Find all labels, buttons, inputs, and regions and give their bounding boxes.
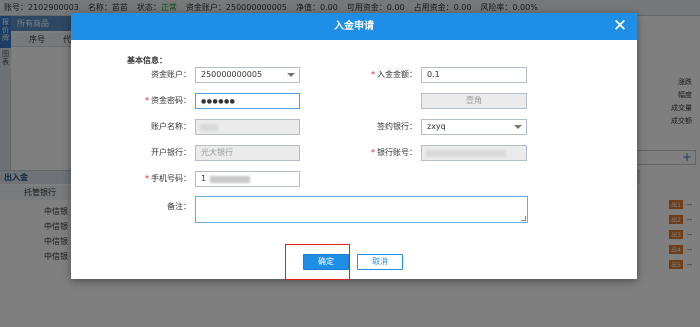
cancel-button[interactable]: 取消 — [357, 254, 403, 270]
fund-password-label: * 资金密码： — [121, 93, 191, 109]
remark-textarea[interactable] — [195, 196, 528, 223]
bank-account-field — [421, 145, 527, 161]
account-name-label: 账户名称： — [121, 119, 191, 135]
fund-password-label-text: 资金密码： — [151, 96, 191, 105]
close-icon[interactable]: ✕ — [611, 17, 629, 35]
redacted-value — [426, 150, 506, 157]
chevron-down-icon — [514, 125, 522, 129]
account-name-label-text: 账户名称： — [151, 122, 191, 131]
deposit-amount-input[interactable]: 0.1 — [421, 67, 527, 83]
signing-bank-label: 签约银行： — [347, 119, 417, 135]
redacted-value — [210, 176, 250, 183]
phone-label-text: 手机号码： — [151, 174, 191, 183]
deposit-amount-label: * 入金金额： — [347, 67, 417, 83]
confirm-button[interactable]: 确定 — [303, 254, 349, 270]
required-mark: * — [371, 148, 375, 157]
bank-account-label-text: 银行账号： — [377, 148, 417, 157]
required-mark: * — [145, 174, 149, 183]
deposit-amount-value: 0.1 — [427, 70, 440, 79]
remark-label: 备注： — [121, 199, 191, 215]
deposit-request-dialog: 入金申请 ✕ 基本信息： 资金账户： 250000000005 * 入金金额： 0… — [71, 13, 637, 280]
opening-bank-label-text: 开户银行： — [151, 148, 191, 157]
opening-bank-value: 光大银行 — [201, 148, 233, 157]
phone-input[interactable]: 1 — [195, 171, 300, 187]
phone-label: * 手机号码： — [121, 171, 191, 187]
resize-handle-icon[interactable] — [521, 216, 526, 221]
fund-account-value: 250000000005 — [201, 70, 263, 79]
dialog-header: 入金申请 ✕ — [71, 13, 637, 40]
fund-account-label: 资金账户： — [121, 67, 191, 83]
amount-uppercase-field: 壹角 — [421, 93, 527, 109]
opening-bank-field: 光大银行 — [195, 145, 300, 161]
account-name-field — [195, 119, 300, 135]
fund-password-input[interactable]: ●●●●●● — [195, 93, 300, 109]
required-mark: * — [371, 70, 375, 79]
opening-bank-label: 开户银行： — [121, 145, 191, 161]
remark-label-text: 备注： — [167, 202, 191, 211]
bank-account-label: * 银行账号： — [347, 145, 417, 161]
signing-bank-select[interactable]: zxyq — [421, 119, 527, 135]
fund-account-select[interactable]: 250000000005 — [195, 67, 300, 83]
phone-value: 1 — [201, 174, 207, 183]
dialog-title: 入金申请 — [334, 21, 374, 32]
signing-bank-label-text: 签约银行： — [377, 122, 417, 131]
chevron-down-icon — [287, 73, 295, 77]
deposit-amount-label-text: 入金金额： — [377, 70, 417, 79]
amount-uppercase-value: 壹角 — [466, 96, 482, 105]
redacted-value — [200, 124, 218, 131]
fund-password-value: ●●●●●● — [201, 98, 236, 105]
required-mark: * — [145, 96, 149, 105]
fund-account-label-text: 资金账户： — [151, 70, 191, 79]
section-title: 基本信息： — [127, 56, 167, 65]
signing-bank-value: zxyq — [427, 122, 446, 131]
